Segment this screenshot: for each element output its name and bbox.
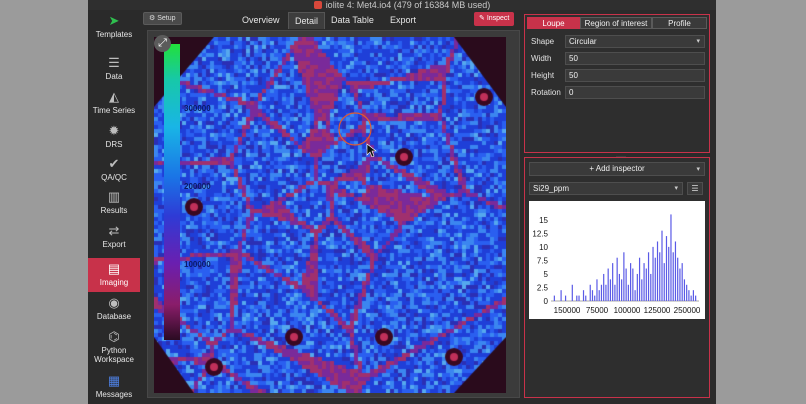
send-icon: ➤ [108,13,120,28]
python-icon: ⌬ [108,329,120,344]
sidebar-item-label: QA/QC [101,173,127,182]
area-chart-icon: ◭ [109,89,119,104]
calendar-badge-icon: ▦ [107,373,121,388]
cursor-icon [366,143,377,157]
shape-label: Shape [531,37,555,46]
wand-icon: ✎ [479,15,487,22]
width-field[interactable]: 50 [565,52,705,65]
add-inspector-label: + Add inspector [589,164,645,173]
sidebar-item-label: Data [105,72,123,81]
rotation-label: Rotation [531,88,561,97]
sidebar-item-export[interactable]: ⇄ Export [88,222,140,252]
tab-region-of-interest[interactable]: Region of interest [580,17,652,29]
sidebar-item-database[interactable]: ◉ Database [88,294,140,324]
sidebar-item-templates[interactable]: ➤ Templates [88,12,140,42]
rotation-field[interactable]: 0 [565,86,705,99]
shape-select[interactable]: Circular ▾ [565,35,705,48]
inspector-panel: + Add inspector ▾ Si29_ppm ▾ ☰ 15 12.5 10 7.5… [524,157,710,398]
y-tick-label: 15 [539,216,548,225]
tab-overview[interactable]: Overview [236,12,286,29]
globe-icon: ◉ [108,295,120,310]
setup-label: Setup [157,15,176,22]
y-tick-label: 5 [544,270,549,279]
chevron-down-icon: ▾ [674,185,678,192]
title-bar: iolite 4: Met4.io4 (479 of 16384 MB used… [88,0,716,10]
view-toolbar: ⚙ Setup Overview Detail Data Table Expor… [140,10,520,30]
inspect-label: Inspect [486,15,510,22]
x-tick-label: 75000 [586,306,609,315]
sidebar-item-qaqc[interactable]: ✔ QA/QC [88,155,140,185]
app-root: iolite 4: Met4.io4 (479 of 16384 MB used… [0,0,806,404]
window-title: iolite 4: Met4.io4 (479 of 16384 MB used… [325,0,491,10]
shape-value: Circular [569,37,597,46]
sidebar-item-drs[interactable]: ✹ DRS [88,122,140,152]
thumbs-up-icon: ✔ [108,156,120,171]
x-tick-label: 125000 [644,306,671,315]
image-panel: 300000 200000 100000 ⤢ [147,30,520,398]
sidebar-item-label: Time Series [92,106,136,115]
expand-icon[interactable]: ⤢ [154,35,171,52]
sidebar-item-imaging[interactable]: ▤ Imaging [88,258,140,292]
add-inspector-button[interactable]: + Add inspector ▾ [529,162,705,176]
sidebar-item-python-workspace[interactable]: ⌬ Python Workspace [88,328,140,366]
tab-loupe[interactable]: Loupe [527,17,580,29]
element-map-image[interactable] [154,37,506,393]
frame-left [0,0,88,404]
sidebar-item-label: Results [100,206,128,215]
tab-detail[interactable]: Detail [288,12,326,29]
histogram-svg: 15 12.5 10 7.5 5 2.5 0 150000 75000 100000 125000 2… [532,214,701,315]
loupe-settings-panel: Loupe Region of interest Profile Shape C… [524,14,710,153]
gear-icon: ✹ [108,123,120,138]
y-tick-label: 0 [544,297,549,306]
inspect-button[interactable]: ✎ Inspect [474,12,515,26]
sidebar-item-label: Database [96,312,132,321]
chevron-down-icon: ▾ [696,166,700,173]
height-field[interactable]: 50 [565,69,705,82]
color-scale-label-200000: 200000 [184,182,211,191]
sidebar-item-label: DRS [105,140,123,149]
setup-button[interactable]: ⚙ Setup [143,12,182,25]
sidebar-item-time-series[interactable]: ◭ Time Series [88,88,140,118]
gear-icon: ⚙ [149,15,158,22]
width-label: Width [531,54,552,63]
y-tick-label: 10 [539,243,548,252]
sidebar-item-label: Python Workspace [94,346,134,364]
tab-profile[interactable]: Profile [652,17,707,29]
color-scale-bar [164,44,180,340]
y-tick-label: 2.5 [537,283,549,292]
menu-icon[interactable]: ☰ [687,182,703,195]
channel-select[interactable]: Si29_ppm ▾ [529,182,683,195]
document-icon [313,1,322,9]
x-tick-label: 100000 [614,306,641,315]
sidebar-item-messages[interactable]: ▦ Messages [88,372,140,402]
bar-chart-icon: ▥ [107,189,121,204]
tab-data-table[interactable]: Data Table [325,12,380,29]
color-scale-label-100000: 100000 [184,260,211,269]
loupe-circle[interactable] [338,112,372,146]
loupe-overlay[interactable] [338,111,378,157]
sidebar-item-results[interactable]: ▥ Results [88,188,140,218]
y-tick-label: 7.5 [537,256,549,265]
height-label: Height [531,71,555,80]
sidebar-item-label: Export [102,240,126,249]
map-icon: ▤ [107,261,121,276]
sidebar-item-label: Imaging [99,278,129,287]
app-window: iolite 4: Met4.io4 (479 of 16384 MB used… [88,0,716,404]
y-tick-label: 12.5 [532,229,548,238]
histogram-chart: 15 12.5 10 7.5 5 2.5 0 150000 75000 100000 125000 2… [529,201,705,319]
sidebar-item-label: Templates [95,30,133,39]
frame-right [716,0,806,404]
sidebar: ➤ Templates ☰ Data ◭ Time Series ✹ DRS ✔ QA/Q… [88,10,140,404]
sidebar-item-label: Messages [95,390,133,399]
color-scale-label-300000: 300000 [184,104,211,113]
panel-splitter-handle[interactable]: ····· [616,154,628,160]
tab-export[interactable]: Export [384,12,422,29]
chevron-down-icon: ▾ [696,38,700,45]
sidebar-item-data[interactable]: ☰ Data [88,54,140,84]
x-tick-label: 250000 [674,306,701,315]
database-icon: ☰ [108,55,120,70]
arrows-icon: ⇄ [108,223,120,238]
x-tick-label: 150000 [554,306,581,315]
channel-value: Si29_ppm [533,184,570,193]
